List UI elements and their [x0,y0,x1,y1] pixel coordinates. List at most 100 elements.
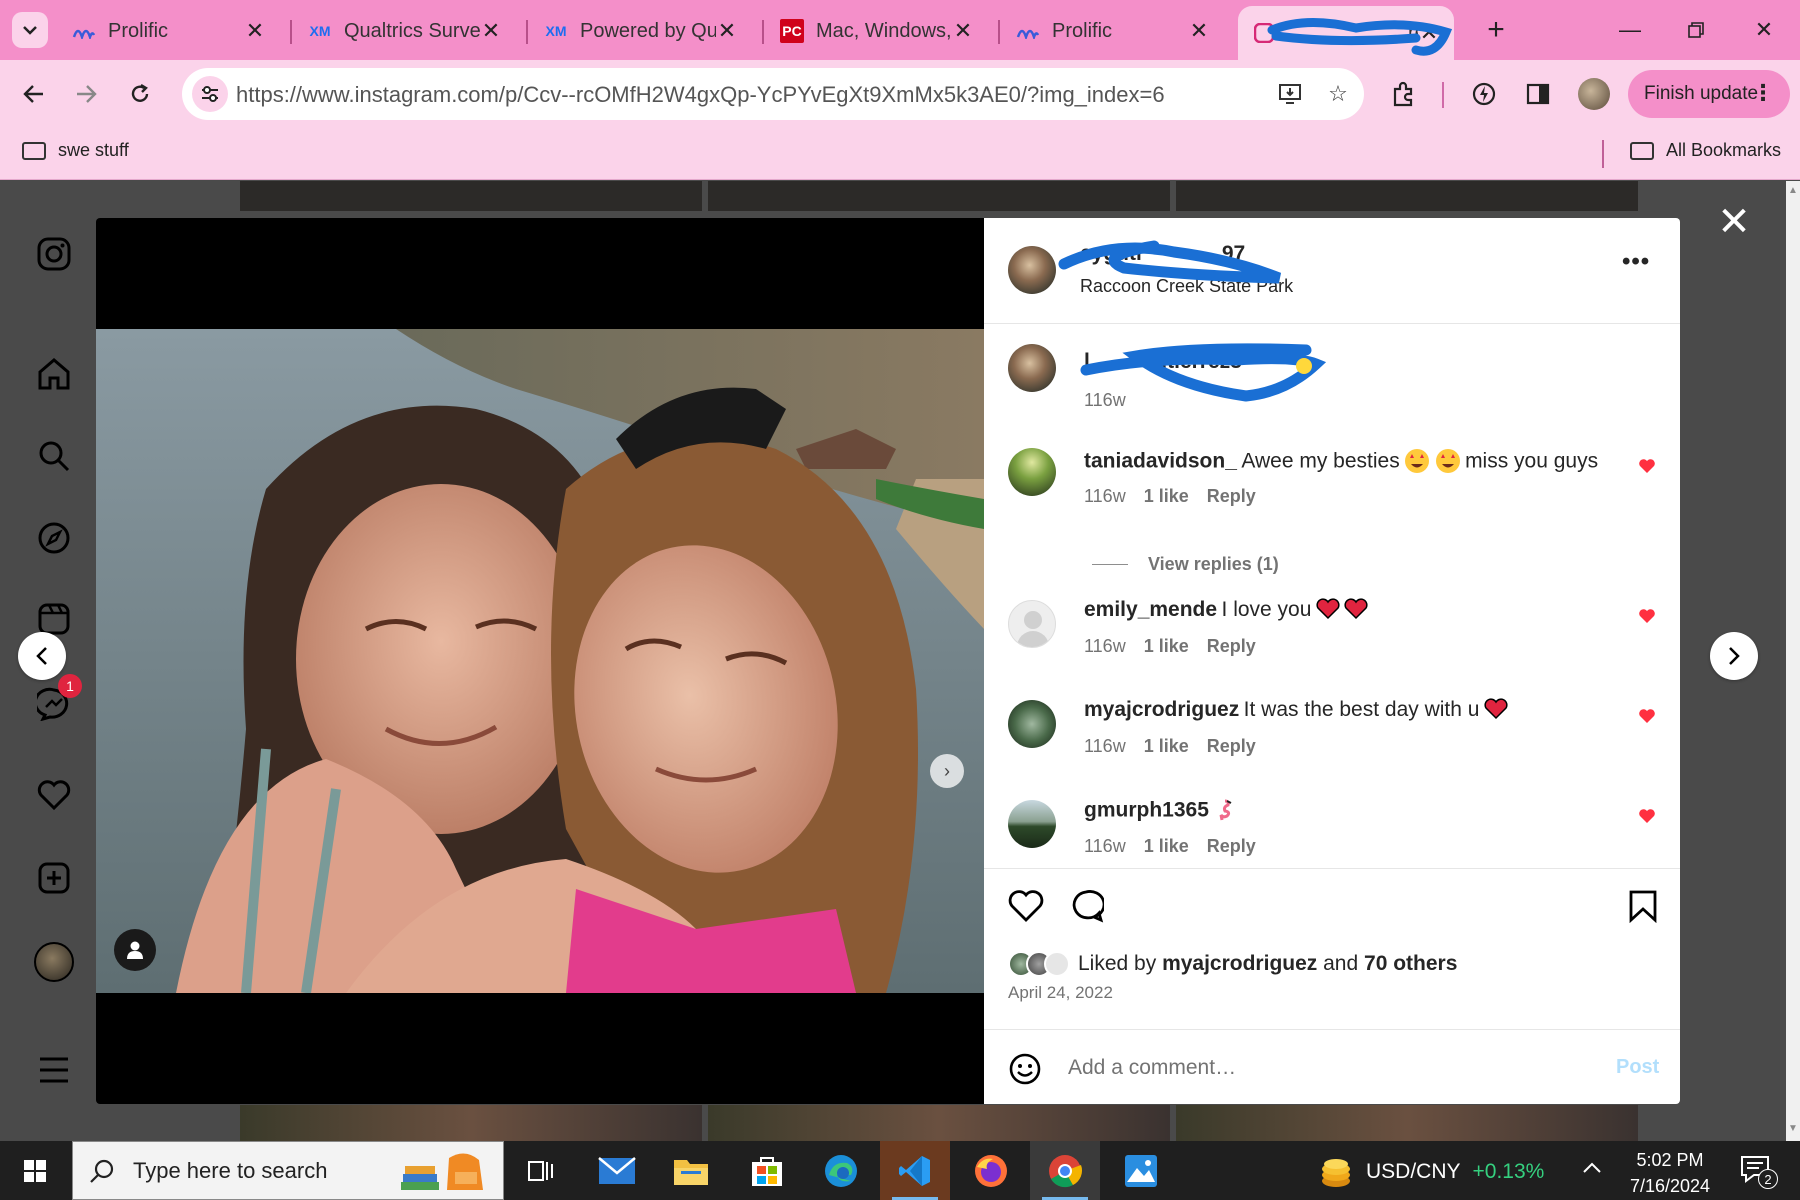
scroll-down-icon[interactable]: ▼ [1788,1123,1798,1134]
close-tab-icon[interactable]: ✕ [244,18,266,44]
poster-avatar[interactable] [1008,246,1056,294]
comment-likes[interactable]: 1 like [1144,636,1189,657]
comment-likes[interactable]: 1 like [1144,836,1189,857]
all-bookmarks-button[interactable]: All Bookmarks [1630,140,1781,161]
tagged-user-icon[interactable] [114,929,156,971]
comment-likes[interactable]: 1 like [1144,486,1189,507]
caption-avatar[interactable] [1008,344,1056,392]
system-clock[interactable]: 5:02 PM 7/16/2024 [1620,1147,1720,1199]
profile-avatar[interactable] [1578,78,1610,110]
install-app-icon[interactable] [1276,80,1304,108]
liked-heart-icon[interactable] [1638,458,1656,474]
minimize-button[interactable]: — [1600,10,1660,50]
commenter-username[interactable]: emily_mende [1084,598,1217,621]
show-hidden-icons-button[interactable] [1582,1157,1602,1180]
messages-icon[interactable]: 1 [34,674,82,724]
more-options-icon[interactable]: ••• [1622,248,1650,276]
back-button[interactable] [14,74,54,114]
explore-icon[interactable] [34,518,74,558]
chrome-icon[interactable] [1030,1141,1100,1200]
save-bookmark-icon[interactable] [1628,889,1658,923]
currency-ticker-widget[interactable]: USD/CNY +0.13% [1318,1155,1544,1189]
bookmark-star-icon[interactable]: ☆ [1324,80,1352,108]
chevron-right-icon [1729,647,1740,665]
firefox-icon[interactable] [956,1141,1026,1200]
close-tab-icon[interactable]: ✕ [1188,18,1210,44]
liked-by-user[interactable]: myajcrodriguez [1162,952,1317,976]
commenter-username[interactable]: myajcrodriguez [1084,698,1239,721]
liked-heart-icon[interactable] [1638,708,1656,724]
site-info-icon[interactable] [192,76,228,112]
bookmark-folder-swe-stuff[interactable]: swe stuff [22,140,129,161]
start-button[interactable] [0,1141,70,1200]
close-window-button[interactable]: ✕ [1734,10,1794,50]
page-scrollbar[interactable]: ▲ ▼ [1786,181,1800,1141]
notifications-heart-icon[interactable] [34,775,74,815]
menu-icon[interactable] [34,1050,74,1090]
post-comment-button[interactable]: Post [1616,1056,1659,1079]
reply-button[interactable]: Reply [1207,736,1256,757]
vscode-icon[interactable] [880,1141,950,1200]
commenter-avatar[interactable] [1008,600,1056,648]
add-comment-input[interactable]: Add a comment… [1068,1056,1236,1080]
tab-title: Prolific [108,19,169,42]
close-tab-icon[interactable]: ✕ [716,18,738,44]
view-replies-button[interactable]: View replies (1) [1092,554,1279,575]
search-icon[interactable] [34,436,74,476]
mail-icon[interactable] [582,1141,652,1200]
like-heart-icon[interactable] [1008,889,1044,923]
liked-by-others[interactable]: 70 others [1364,952,1457,976]
finish-update-button[interactable]: Finish update ⋮ [1628,70,1790,118]
tab-pc-mag[interactable]: PC Mac, Windows, ( ✕ [766,8,988,54]
file-explorer-icon[interactable] [656,1141,726,1200]
tab-instagram-active[interactable]: rez ( ✕ [1238,6,1454,60]
messages-badge: 1 [58,674,82,698]
taskbar-search[interactable]: Type here to search [72,1141,504,1200]
reply-button[interactable]: Reply [1207,836,1256,857]
commenter-username[interactable]: taniadavidson_ [1084,450,1237,473]
background-grid-thumbnail [1176,1105,1638,1141]
url-text[interactable]: https://www.instagram.com/p/Ccv--rcOMfH2… [236,82,1165,108]
tab-prolific-2[interactable]: Prolific ✕ [1002,8,1224,54]
create-icon[interactable] [34,858,74,898]
close-modal-button[interactable]: ✕ [1716,202,1752,242]
reply-button[interactable]: Reply [1207,636,1256,657]
task-view-icon[interactable] [506,1141,576,1200]
restore-button[interactable] [1666,10,1726,50]
tab-powered-by-qualtrics[interactable]: XM Powered by Qua ✕ [530,8,752,54]
close-tab-icon[interactable]: ✕ [952,18,974,44]
microsoft-store-icon[interactable] [732,1141,802,1200]
next-post-button[interactable] [1710,632,1758,680]
edge-browser-icon[interactable] [806,1141,876,1200]
performance-icon[interactable] [1466,76,1502,112]
new-tab-button[interactable]: + [1478,12,1514,48]
commenter-avatar[interactable] [1008,448,1056,496]
notification-center-button[interactable]: 2 [1740,1155,1780,1189]
reply-button[interactable]: Reply [1207,486,1256,507]
tab-prolific-1[interactable]: Prolific ✕ [58,8,280,54]
carousel-next-button[interactable]: › [930,754,964,788]
photos-app-icon[interactable] [1106,1141,1176,1200]
instagram-logo-icon[interactable] [34,234,74,274]
tab-qualtrics-survey[interactable]: XM Qualtrics Survey ✕ [294,8,516,54]
previous-post-button[interactable] [18,632,66,680]
commenter-avatar[interactable] [1008,800,1056,848]
scroll-up-icon[interactable]: ▲ [1788,185,1798,196]
commenter-username[interactable]: gmurph1365 [1084,799,1209,822]
home-icon[interactable] [34,354,74,394]
tab-search-button[interactable] [12,12,48,48]
extensions-icon[interactable] [1386,76,1422,112]
commenter-avatar[interactable] [1008,700,1056,748]
address-bar[interactable]: https://www.instagram.com/p/Ccv--rcOMfH2… [182,68,1364,120]
side-panel-icon[interactable] [1520,76,1556,112]
comment-icon[interactable] [1068,889,1104,923]
profile-avatar[interactable] [34,942,74,982]
liked-heart-icon[interactable] [1638,808,1656,824]
comment-likes[interactable]: 1 like [1144,736,1189,757]
emoji-picker-icon[interactable] [1008,1052,1042,1086]
liked-heart-icon[interactable] [1638,608,1656,624]
reload-button[interactable] [120,74,160,114]
liked-by-prefix: Liked by [1078,952,1157,975]
forward-button[interactable] [66,74,106,114]
close-tab-icon[interactable]: ✕ [480,18,502,44]
